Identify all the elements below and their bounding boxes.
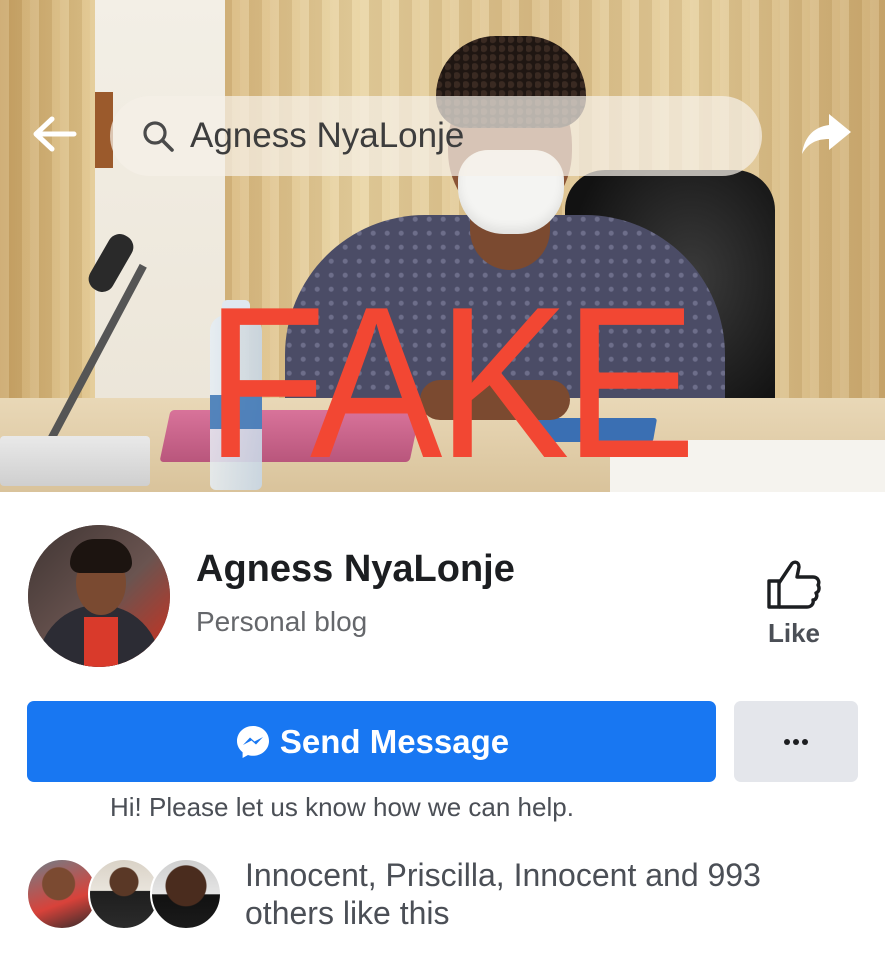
message-helper-text: Hi! Please let us know how we can help. (110, 792, 574, 822)
cover-photo[interactable]: FAKE (0, 0, 885, 492)
cover-folders (159, 410, 421, 462)
avatar-hair (70, 539, 132, 573)
cover-blue-folder (532, 418, 658, 442)
send-message-button[interactable]: Send Message (27, 701, 716, 782)
more-options-button[interactable] (734, 701, 858, 782)
cover-bottle-label (210, 395, 262, 429)
search-bar[interactable]: Agness NyaLonje (110, 96, 762, 176)
back-button[interactable] (28, 112, 80, 160)
friend-avatar[interactable] (150, 858, 222, 930)
thumbs-up-icon (764, 556, 824, 612)
cover-hands (420, 380, 570, 420)
search-icon (136, 114, 180, 158)
arrow-left-icon (30, 114, 78, 159)
messenger-icon (234, 723, 272, 761)
cover-wall (95, 0, 225, 400)
profile-avatar[interactable] (28, 525, 170, 667)
more-dots-icon (783, 733, 809, 751)
like-button[interactable]: Like (756, 556, 832, 656)
share-arrow-icon (799, 110, 853, 163)
search-query: Agness NyaLonje (190, 116, 465, 155)
page-title[interactable]: Agness NyaLonje (196, 548, 515, 591)
send-message-label: Send Message (279, 722, 510, 760)
cover-microphone-base (0, 436, 150, 486)
share-button[interactable] (796, 108, 856, 164)
cover-desk-papers (610, 440, 885, 492)
page-category: Personal blog (196, 606, 368, 637)
friends-like-text[interactable]: Innocent, Priscilla, Innocent and 993 ot… (245, 856, 845, 932)
like-label: Like (767, 618, 821, 648)
avatar-shirt (84, 617, 118, 667)
friends-avatars[interactable] (26, 858, 222, 932)
